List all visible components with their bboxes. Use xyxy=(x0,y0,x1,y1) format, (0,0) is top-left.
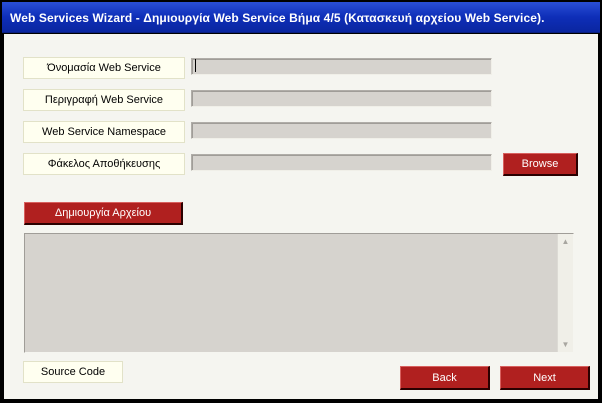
next-button[interactable]: Next xyxy=(500,366,590,390)
vertical-scrollbar[interactable]: ▲ ▼ xyxy=(557,234,573,352)
scroll-up-arrow-icon[interactable]: ▲ xyxy=(558,234,573,249)
scroll-down-arrow-icon[interactable]: ▼ xyxy=(558,337,573,352)
browse-button[interactable]: Browse xyxy=(503,153,578,176)
wizard-window: Web Services Wizard - Δημιουργία Web Ser… xyxy=(0,0,602,403)
service-name-label: Όνομασία Web Service xyxy=(23,57,185,79)
service-description-input[interactable] xyxy=(191,90,492,107)
service-namespace-input[interactable] xyxy=(191,122,492,139)
create-file-button[interactable]: Δημιουργία Αρχείου xyxy=(24,202,183,225)
service-name-input[interactable] xyxy=(191,58,492,75)
service-namespace-label: Web Service Namespace xyxy=(23,121,185,143)
source-code-output[interactable]: ▲ ▼ xyxy=(24,233,574,353)
back-button[interactable]: Back xyxy=(400,366,490,390)
service-description-label: Περιγραφή Web Service xyxy=(23,89,185,111)
window-title: Web Services Wizard - Δημιουργία Web Ser… xyxy=(10,11,545,25)
save-folder-label: Φάκελος Αποθήκευσης xyxy=(23,153,185,175)
title-bar[interactable]: Web Services Wizard - Δημιουργία Web Ser… xyxy=(2,2,600,33)
source-code-label: Source Code xyxy=(23,361,123,383)
wizard-client-area: Όνομασία Web Service Περιγραφή Web Servi… xyxy=(4,34,598,399)
text-caret xyxy=(195,59,196,72)
save-folder-input[interactable] xyxy=(191,154,492,171)
